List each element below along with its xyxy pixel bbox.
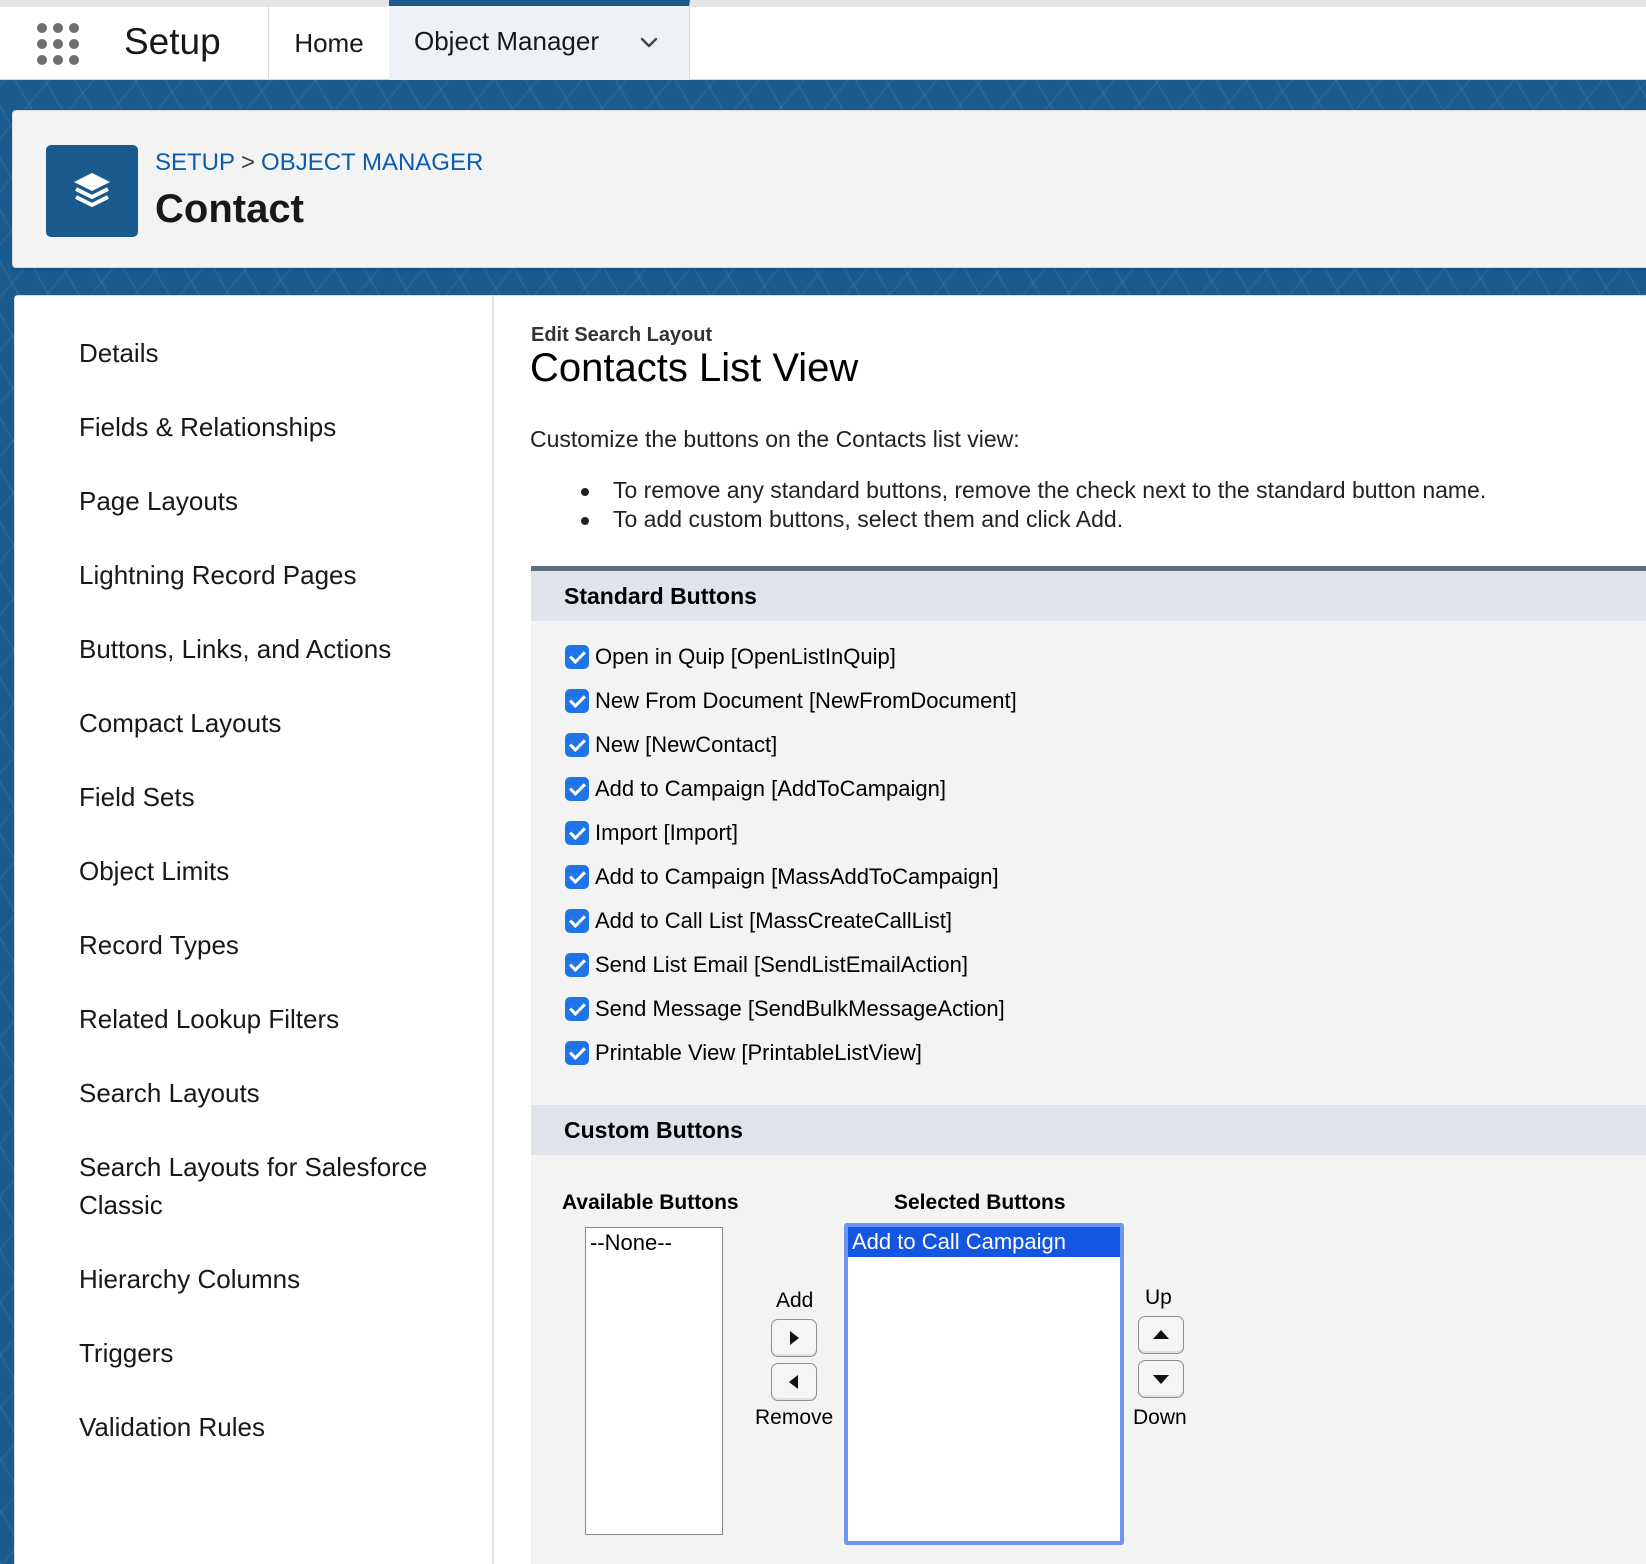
sidebar-item-field-sets[interactable]: Field Sets (79, 778, 479, 816)
layers-icon (46, 145, 138, 237)
sidebar-item-record-types[interactable]: Record Types (79, 926, 479, 964)
standard-button-checkbox[interactable]: Send Message [SendBulkMessageAction] (565, 987, 1017, 1031)
arrow-down-icon (1153, 1375, 1169, 1384)
sidebar-item-fields-relationships[interactable]: Fields & Relationships (79, 408, 479, 446)
app-name: Setup (124, 21, 221, 62)
standard-button-checkbox[interactable]: Import [Import] (565, 811, 1017, 855)
checkbox-checked-icon[interactable] (565, 733, 589, 757)
down-label: Down (1133, 1406, 1187, 1429)
standard-button-label: Printable View [PrintableListView] (595, 1040, 922, 1065)
instruction-item: To add custom buttons, select them and c… (580, 505, 1486, 534)
checkbox-checked-icon[interactable] (565, 645, 589, 669)
remove-button[interactable] (771, 1363, 817, 1401)
standard-button-label: Send Message [SendBulkMessageAction] (595, 996, 1005, 1021)
checkbox-checked-icon[interactable] (565, 1041, 589, 1065)
standard-button-label: Import [Import] (595, 820, 739, 845)
add-label: Add (776, 1289, 814, 1312)
checkbox-checked-icon[interactable] (565, 689, 589, 713)
standard-button-checkbox[interactable]: Printable View [PrintableListView] (565, 1031, 1017, 1075)
available-buttons-label: Available Buttons (562, 1191, 739, 1214)
remove-label: Remove (755, 1406, 834, 1429)
page-subtitle: Edit Search Layout (531, 324, 713, 346)
sidebar-item-search-layouts[interactable]: Search Layouts (79, 1074, 479, 1112)
standard-button-checkbox[interactable]: Add to Call List [MassCreateCallList] (565, 899, 1017, 943)
standard-button-checkbox[interactable]: Add to Campaign [AddToCampaign] (565, 767, 1017, 811)
content-title: Contacts List View (530, 346, 859, 390)
app-launcher-icon[interactable] (36, 22, 80, 66)
checkbox-checked-icon[interactable] (565, 865, 589, 889)
instruction-item: To remove any standard buttons, remove t… (580, 477, 1487, 503)
add-button[interactable] (771, 1319, 817, 1357)
buttons-section: Standard Buttons Open in Quip [OpenListI… (531, 566, 1646, 1564)
standard-button-checkbox[interactable]: New [NewContact] (565, 723, 1017, 767)
arrow-right-icon (790, 1331, 799, 1345)
breadcrumb-object-manager[interactable]: OBJECT MANAGER (261, 149, 483, 176)
selected-buttons-label: Selected Buttons (894, 1191, 1066, 1214)
standard-button-checkbox[interactable]: New From Document [NewFromDocument] (565, 679, 1017, 723)
standard-button-label: Add to Campaign [MassAddToCampaign] (595, 864, 999, 889)
standard-button-checkbox[interactable]: Open in Quip [OpenListInQuip] (565, 635, 1017, 679)
sidebar-item-page-layouts[interactable]: Page Layouts (79, 482, 479, 520)
standard-button-label: Open in Quip [OpenListInQuip] (595, 644, 896, 669)
page-title: Contact (155, 187, 304, 231)
global-nav-bar: Setup Home Object Manager (0, 0, 1646, 80)
main-panel: Details Fields & Relationships Page Layo… (14, 295, 1646, 1564)
checkbox-checked-icon[interactable] (565, 777, 589, 801)
instructions-list: To remove any standard buttons, remove t… (580, 476, 1487, 534)
tab-object-manager-label: Object Manager (414, 26, 599, 56)
standard-buttons-list: Open in Quip [OpenListInQuip] New From D… (565, 635, 1017, 1075)
standard-button-label: New [NewContact] (595, 732, 778, 757)
tab-object-manager[interactable]: Object Manager (389, 0, 690, 80)
custom-buttons-header: Custom Buttons (531, 1105, 1646, 1155)
sidebar-item-compact-layouts[interactable]: Compact Layouts (79, 704, 479, 742)
object-header: SETUP > OBJECT MANAGER Contact (12, 110, 1646, 268)
sidebar-item-object-limits[interactable]: Object Limits (79, 852, 479, 890)
standard-button-label: Add to Campaign [AddToCampaign] (595, 776, 946, 801)
checkbox-checked-icon[interactable] (565, 909, 589, 933)
available-buttons-listbox[interactable]: --None-- (585, 1227, 723, 1535)
sidebar-item-hierarchy-columns[interactable]: Hierarchy Columns (79, 1260, 479, 1298)
sidebar-item-details[interactable]: Details (79, 334, 479, 372)
move-down-button[interactable] (1138, 1360, 1184, 1398)
chevron-down-icon[interactable] (639, 32, 659, 52)
arrow-left-icon (789, 1375, 798, 1389)
sidebar: Details Fields & Relationships Page Layo… (15, 296, 494, 1564)
standard-button-checkbox[interactable]: Send List Email [SendListEmailAction] (565, 943, 1017, 987)
breadcrumb-setup[interactable]: SETUP (155, 149, 235, 176)
available-option[interactable]: --None-- (586, 1228, 722, 1258)
standard-button-label: New From Document [NewFromDocument] (595, 688, 1017, 713)
up-label: Up (1145, 1286, 1172, 1309)
arrow-up-icon (1153, 1330, 1169, 1339)
standard-button-label: Send List Email [SendListEmailAction] (595, 952, 968, 977)
move-up-button[interactable] (1138, 1316, 1184, 1354)
sidebar-item-validation-rules[interactable]: Validation Rules (79, 1408, 479, 1446)
breadcrumb: SETUP > OBJECT MANAGER (155, 149, 483, 177)
checkbox-checked-icon[interactable] (565, 997, 589, 1021)
tab-home[interactable]: Home (269, 7, 389, 80)
selected-buttons-listbox[interactable]: Add to Call Campaign (844, 1223, 1124, 1545)
sidebar-item-lightning-record-pages[interactable]: Lightning Record Pages (79, 556, 479, 594)
breadcrumb-separator: > (241, 149, 256, 176)
sidebar-item-triggers[interactable]: Triggers (79, 1334, 479, 1372)
sidebar-item-search-layouts-classic[interactable]: Search Layouts for Salesforce Classic (79, 1148, 479, 1224)
sidebar-item-related-lookup-filters[interactable]: Related Lookup Filters (79, 1000, 479, 1038)
checkbox-checked-icon[interactable] (565, 953, 589, 977)
selected-option[interactable]: Add to Call Campaign (848, 1227, 1120, 1257)
standard-buttons-header: Standard Buttons (531, 571, 1646, 621)
checkbox-checked-icon[interactable] (565, 821, 589, 845)
standard-button-label: Add to Call List [MassCreateCallList] (595, 908, 953, 933)
content-area: Edit Search Layout Contacts List View Cu… (495, 296, 1646, 1564)
instructions-text: Customize the buttons on the Contacts li… (530, 426, 1020, 452)
standard-button-checkbox[interactable]: Add to Campaign [MassAddToCampaign] (565, 855, 1017, 899)
sidebar-item-buttons-links-actions[interactable]: Buttons, Links, and Actions (79, 630, 479, 668)
